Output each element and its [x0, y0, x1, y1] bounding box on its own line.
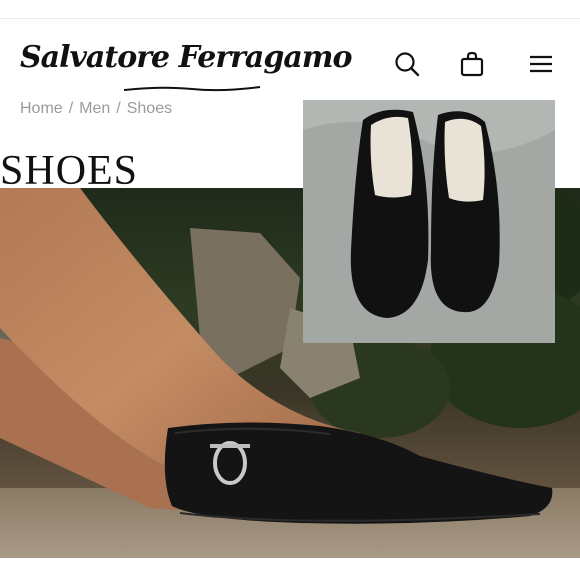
pumps-photo	[303, 100, 555, 343]
shopping-bag-icon[interactable]	[458, 50, 486, 78]
breadcrumb-separator: /	[68, 100, 74, 117]
top-divider	[0, 18, 580, 19]
breadcrumb-home[interactable]: Home	[20, 100, 63, 118]
logo-flourish	[123, 86, 261, 92]
menu-icon[interactable]	[527, 50, 555, 78]
breadcrumb-separator: /	[116, 100, 121, 117]
breadcrumb: Home / Men / Shoes	[20, 100, 172, 118]
inset-product-photo[interactable]	[303, 100, 555, 343]
brand-logo[interactable]: Salvatore Ferragamo	[20, 40, 353, 75]
page-title: SHOES	[0, 148, 139, 194]
search-icon[interactable]	[393, 50, 421, 78]
breadcrumb-shoes[interactable]: Shoes	[127, 100, 172, 118]
breadcrumb-men[interactable]: Men	[79, 100, 110, 118]
